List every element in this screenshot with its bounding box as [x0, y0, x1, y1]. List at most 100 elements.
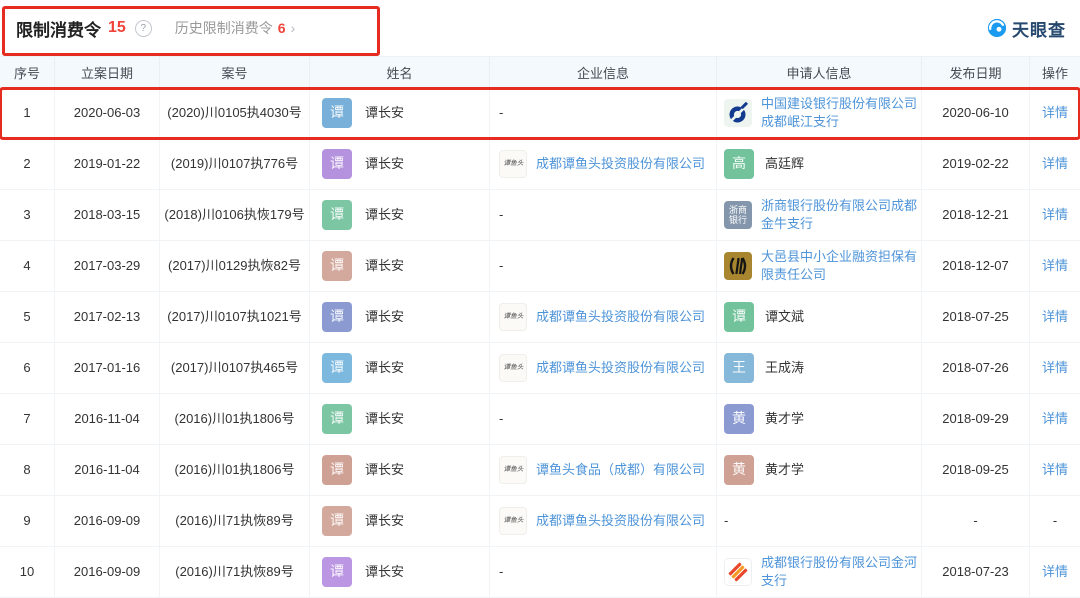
table-body: 1 2020-06-03 (2020)川0105执4030号谭谭长安 - 中国建设银行股…: [0, 87, 1080, 598]
applicant-company-link[interactable]: 浙商银行股份有限公司成都金牛支行: [761, 197, 917, 233]
table-row: 7 2016-11-04 (2016)川01执1806号谭谭长安 - 黄黄才学 2018-…: [0, 394, 1080, 445]
case-number-cell: (2017)川0107执1021号: [160, 292, 310, 342]
column-header-5: 企业信息: [490, 57, 717, 88]
applicant-info-cell: 黄黄才学: [717, 445, 922, 495]
company-link[interactable]: 成都谭鱼头投资股份有限公司: [536, 512, 705, 530]
person-name[interactable]: 谭长安: [365, 410, 404, 428]
person-name[interactable]: 谭长安: [365, 206, 404, 224]
applicant-info-cell: -: [717, 496, 922, 546]
applicant-info-cell: 浙商 银行 浙商银行股份有限公司成都金牛支行: [717, 190, 922, 240]
column-header-4: 姓名: [310, 57, 490, 88]
case-number-cell: (2020)川0105执4030号: [160, 88, 310, 138]
person-avatar: 谭: [322, 200, 352, 230]
person-name[interactable]: 谭长安: [365, 308, 404, 326]
zheshang-bank-logo[interactable]: 浙商 银行: [724, 201, 752, 229]
action-cell: 详情: [1030, 190, 1080, 240]
empty-dash: -: [1052, 512, 1058, 528]
publish-date-cell: 2018-12-21: [922, 190, 1030, 240]
person-name[interactable]: 谭长安: [365, 257, 404, 275]
applicant-name: 高廷辉: [765, 155, 805, 171]
table-row: 9 2016-09-09 (2016)川71执恢89号谭谭长安 谭鱼头 成都谭鱼头投资股…: [0, 496, 1080, 547]
detail-link[interactable]: 详情: [1042, 461, 1068, 479]
applicant-company-link[interactable]: 中国建设银行股份有限公司成都岷江支行: [761, 95, 917, 131]
applicant-info-cell: 中国建设银行股份有限公司成都岷江支行: [717, 88, 922, 138]
filing-date-cell: 2017-01-16: [55, 343, 160, 393]
filing-date-cell: 2019-01-22: [55, 139, 160, 189]
person-avatar: 谭: [322, 506, 352, 536]
detail-link[interactable]: 详情: [1042, 308, 1068, 326]
detail-link[interactable]: 详情: [1042, 410, 1068, 428]
person-avatar: 谭: [322, 302, 352, 332]
person-name[interactable]: 谭长安: [365, 512, 404, 530]
table-header-row: 序号 立案日期 案号 姓名 企业信息 申请人信息 发布日期 操作: [0, 57, 1080, 88]
action-cell: 详情: [1030, 547, 1080, 597]
applicant-name: 谭文斌: [765, 308, 805, 324]
tanyutou-company-logo[interactable]: 谭鱼头: [499, 354, 527, 382]
help-icon[interactable]: ?: [134, 19, 152, 37]
person-name-cell: 谭谭长安: [310, 88, 490, 138]
publish-date-cell: 2018-07-26: [922, 343, 1030, 393]
company-info-cell: -: [490, 394, 717, 444]
case-number-cell: (2017)川0129执恢82号: [160, 241, 310, 291]
applicant-name: 黄才学: [765, 410, 805, 426]
seq-cell: 2: [0, 139, 55, 189]
person-avatar: 谭: [322, 149, 352, 179]
dayi-guarantee-logo[interactable]: [724, 252, 752, 280]
company-link[interactable]: 成都谭鱼头投资股份有限公司: [536, 359, 705, 377]
company-info-cell: -: [490, 190, 717, 240]
history-limit-link[interactable]: 历史限制消费令 6 ›: [175, 18, 295, 38]
person-name-cell: 谭谭长安: [310, 547, 490, 597]
title-group: 限制消费令 15 ? 历史限制消费令 6 ›: [14, 16, 295, 41]
action-cell: 详情: [1030, 394, 1080, 444]
action-cell: 详情: [1030, 445, 1080, 495]
company-link[interactable]: 成都谭鱼头投资股份有限公司: [536, 155, 705, 173]
person-avatar: 谭: [322, 98, 352, 128]
page-header: 限制消费令 15 ? 历史限制消费令 6 › 天眼查: [0, 0, 1080, 56]
company-link[interactable]: 成都谭鱼头投资股份有限公司: [536, 308, 705, 326]
detail-link[interactable]: 详情: [1042, 206, 1068, 224]
tanyutou-company-logo[interactable]: 谭鱼头: [499, 507, 527, 535]
person-name[interactable]: 谭长安: [365, 563, 404, 581]
company-info-cell: -: [490, 88, 717, 138]
action-cell: 详情: [1030, 88, 1080, 138]
applicant-avatar: 黄: [724, 455, 754, 485]
publish-date-cell: 2019-02-22: [922, 139, 1030, 189]
detail-link[interactable]: 详情: [1042, 104, 1068, 122]
person-name[interactable]: 谭长安: [365, 359, 404, 377]
empty-dash: -: [499, 206, 504, 222]
applicant-company-link[interactable]: 成都银行股份有限公司金河支行: [761, 554, 917, 590]
person-name[interactable]: 谭长安: [365, 461, 404, 479]
publish-date-cell: 2018-07-25: [922, 292, 1030, 342]
applicant-info-cell: 谭谭文斌: [717, 292, 922, 342]
history-label: 历史限制消费令: [174, 20, 273, 36]
detail-link[interactable]: 详情: [1042, 257, 1068, 275]
person-name[interactable]: 谭长安: [365, 155, 404, 173]
table-row: 2 2019-01-22 (2019)川0107执776号谭谭长安 谭鱼头 成都谭鱼头投…: [0, 139, 1080, 190]
page-title: 限制消费令: [16, 20, 101, 40]
seq-cell: 6: [0, 343, 55, 393]
person-name[interactable]: 谭长安: [365, 104, 404, 122]
tanyutou-company-logo[interactable]: 谭鱼头: [499, 456, 527, 484]
table-row: 10 2016-09-09 (2016)川71执恢89号谭谭长安 - 成都银行股份有限公…: [0, 547, 1080, 598]
table-row: 4 2017-03-29 (2017)川0129执恢82号谭谭长安 - 大邑县中小企业融…: [0, 241, 1080, 292]
applicant-avatar: 黄: [724, 404, 754, 434]
table-row: 8 2016-11-04 (2016)川01执1806号谭谭长安 谭鱼头 谭鱼头食品（成…: [0, 445, 1080, 496]
chengdu-bank-logo[interactable]: [724, 558, 752, 586]
tanyutou-company-logo[interactable]: 谭鱼头: [499, 150, 527, 178]
detail-link[interactable]: 详情: [1042, 359, 1068, 377]
detail-link[interactable]: 详情: [1042, 563, 1068, 581]
applicant-company-link[interactable]: 大邑县中小企业融资担保有限责任公司: [761, 248, 917, 284]
tanyutou-company-logo[interactable]: 谭鱼头: [499, 303, 527, 331]
publish-date-cell: 2018-09-29: [922, 394, 1030, 444]
ccb-bank-logo[interactable]: [724, 99, 752, 127]
publish-date-cell: 2018-09-25: [922, 445, 1030, 495]
empty-dash: -: [499, 104, 504, 120]
brand-logo[interactable]: 天眼查: [987, 16, 1066, 41]
publish-date-cell: 2018-07-23: [922, 547, 1030, 597]
company-link[interactable]: 谭鱼头食品（成都）有限公司: [536, 461, 705, 479]
filing-date-cell: 2017-02-13: [55, 292, 160, 342]
detail-link[interactable]: 详情: [1042, 155, 1068, 173]
table-row: 6 2017-01-16 (2017)川0107执465号谭谭长安 谭鱼头 成都谭鱼头投…: [0, 343, 1080, 394]
company-info-cell: 谭鱼头 成都谭鱼头投资股份有限公司: [490, 496, 717, 546]
case-number-cell: (2016)川71执恢89号: [160, 496, 310, 546]
